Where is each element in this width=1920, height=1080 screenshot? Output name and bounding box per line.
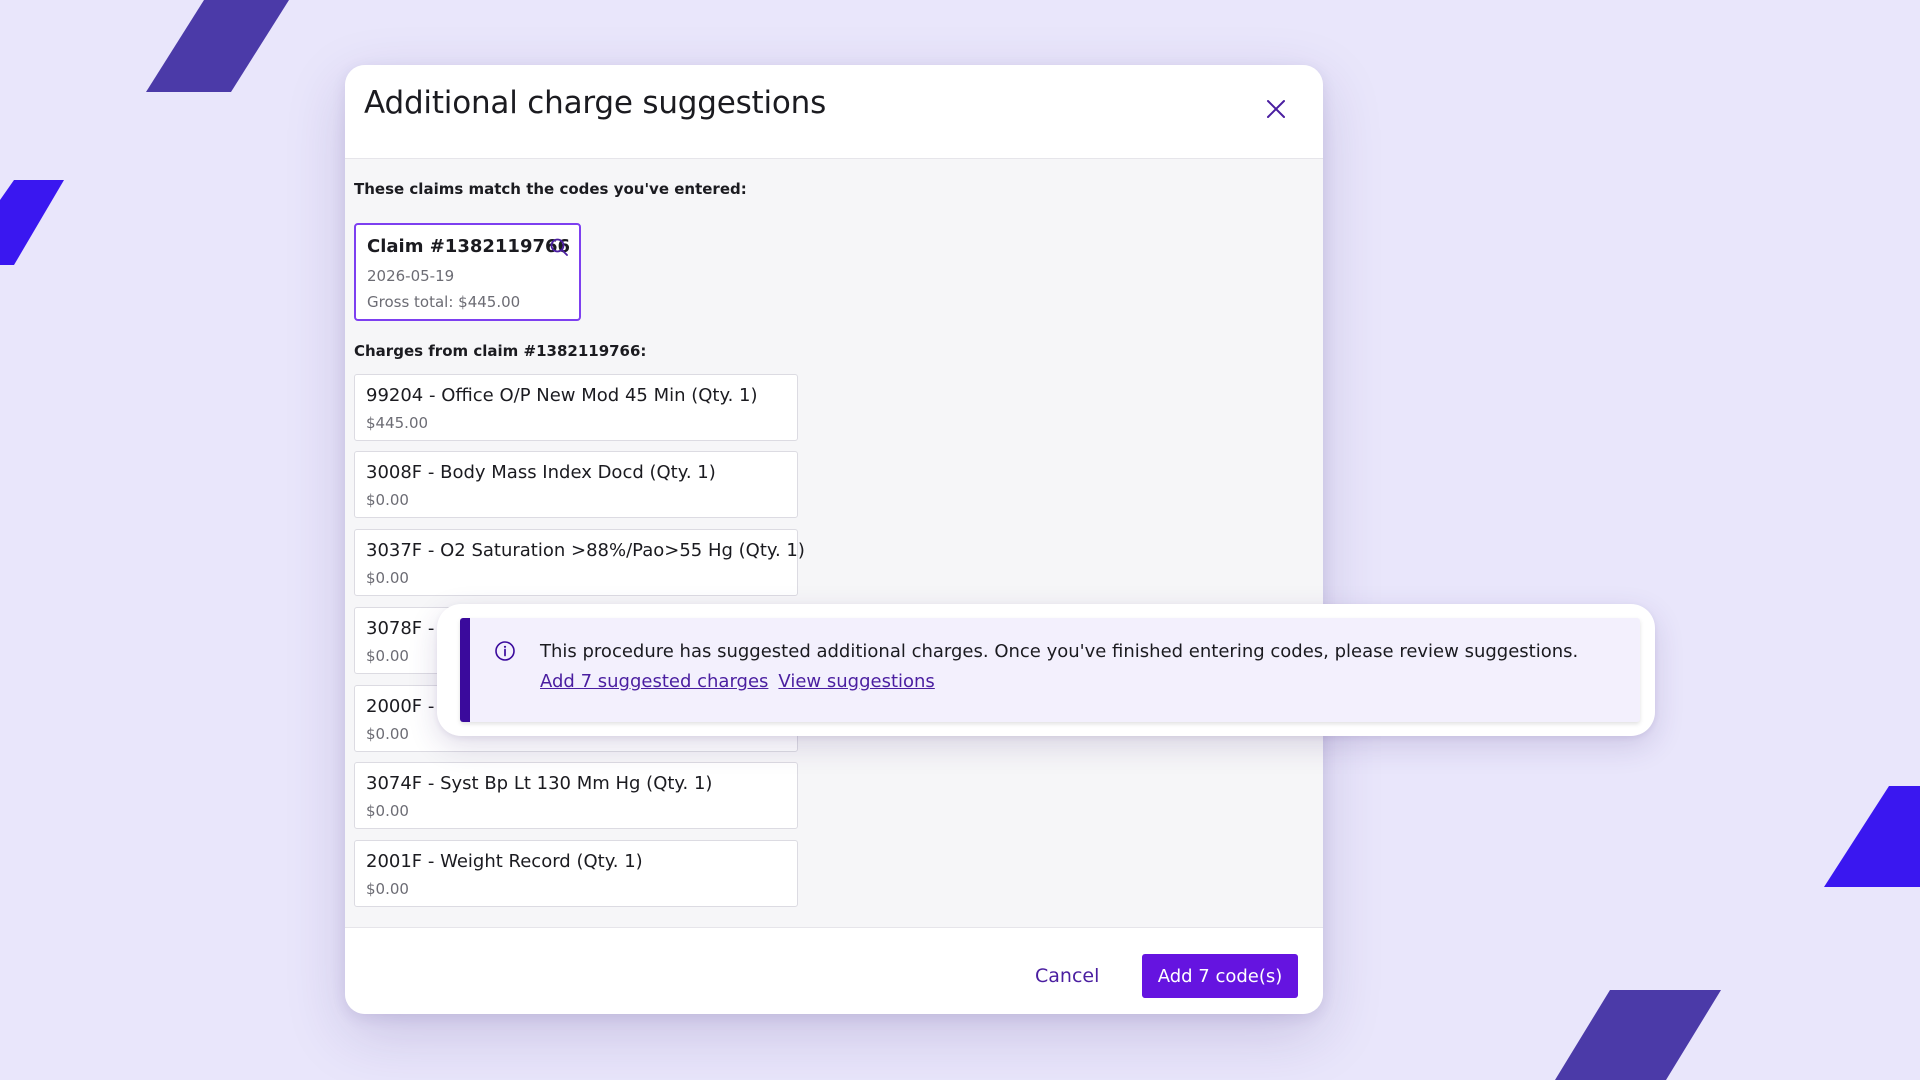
info-icon: [495, 641, 515, 661]
close-button[interactable]: [1258, 91, 1294, 127]
claim-title: Claim #1382119766: [367, 236, 571, 257]
charge-name: 2000F -: [366, 696, 435, 717]
charge-price: $0.00: [366, 880, 409, 898]
charge-item: 2001F - Weight Record (Qty. 1) $0.00: [354, 840, 798, 907]
decor-shape-bottom-right: [1555, 990, 1721, 1080]
modal-header: Additional charge suggestions: [345, 65, 1323, 159]
charge-item: 3074F - Syst Bp Lt 130 Mm Hg (Qty. 1) $0…: [354, 762, 798, 829]
claim-card[interactable]: Claim #1382119766 2026-05-19 Gross total…: [354, 223, 581, 321]
charge-name: 3008F - Body Mass Index Docd (Qty. 1): [366, 462, 716, 483]
charge-item: 3008F - Body Mass Index Docd (Qty. 1) $0…: [354, 451, 798, 518]
claims-intro-label: These claims match the codes you've ente…: [354, 180, 747, 198]
charge-price: $445.00: [366, 414, 429, 432]
decor-shape-top-left: [146, 0, 289, 92]
decor-shape-left: [0, 180, 64, 265]
add-codes-button[interactable]: Add 7 code(s): [1142, 954, 1298, 998]
decor-shape-right: [1824, 786, 1920, 887]
suggestion-toast: This procedure has suggested additional …: [437, 604, 1655, 736]
charge-price: $0.00: [366, 491, 409, 509]
suggestion-alert: This procedure has suggested additional …: [460, 618, 1640, 722]
search-icon[interactable]: [549, 237, 569, 257]
claim-date: 2026-05-19: [367, 267, 455, 285]
charge-item: 3037F - O2 Saturation >88%/Pao>55 Hg (Qt…: [354, 529, 805, 596]
charge-suggestions-modal: Additional charge suggestions These clai…: [345, 65, 1323, 1014]
charge-name: 2001F - Weight Record (Qty. 1): [366, 851, 643, 872]
modal-title: Additional charge suggestions: [364, 85, 827, 121]
charge-name: 99204 - Office O/P New Mod 45 Min (Qty. …: [366, 385, 758, 406]
claim-gross-total: Gross total: $445.00: [367, 293, 521, 311]
cancel-button[interactable]: Cancel: [1035, 965, 1099, 987]
charge-price: $0.00: [366, 802, 409, 820]
alert-message: This procedure has suggested additional …: [540, 641, 1579, 662]
close-icon: [1267, 100, 1285, 118]
charge-price: $0.00: [366, 569, 409, 587]
add-suggested-charges-link[interactable]: Add 7 suggested charges: [540, 671, 768, 692]
charge-name: 3078F -: [366, 618, 435, 639]
alert-actions: Add 7 suggested charges View suggestions: [540, 671, 935, 692]
charge-price: $0.00: [366, 725, 409, 743]
modal-footer: Cancel Add 7 code(s): [345, 927, 1323, 1014]
view-suggestions-link[interactable]: View suggestions: [778, 671, 934, 692]
charge-name: 3037F - O2 Saturation >88%/Pao>55 Hg (Qt…: [366, 540, 805, 561]
charge-name: 3074F - Syst Bp Lt 130 Mm Hg (Qty. 1): [366, 773, 713, 794]
charge-item: 99204 - Office O/P New Mod 45 Min (Qty. …: [354, 374, 798, 441]
charge-price: $0.00: [366, 647, 409, 665]
charges-label: Charges from claim #1382119766:: [354, 342, 647, 360]
